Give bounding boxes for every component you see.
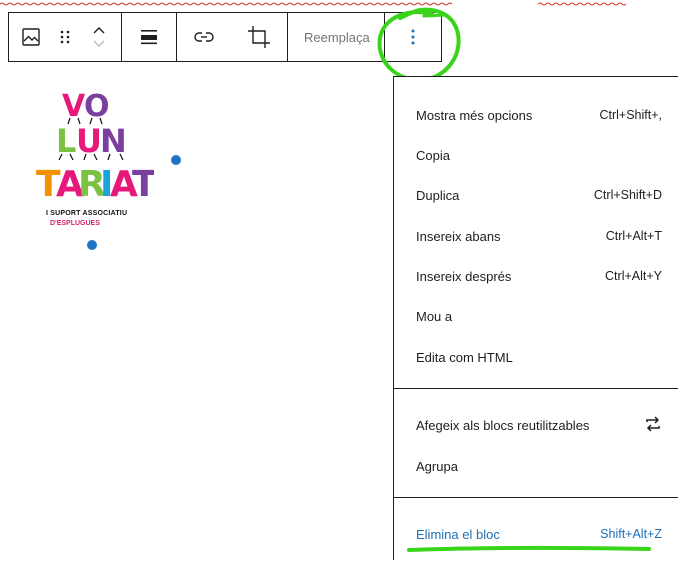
resize-handle-bottom[interactable]	[87, 240, 97, 250]
voluntariat-logo[interactable]: V O L U N T A R I A T I SUPORT ASSOCIATI…	[30, 88, 157, 238]
align-group	[122, 13, 177, 61]
resize-handle-right[interactable]	[171, 155, 181, 165]
menu-separator	[394, 388, 678, 389]
link-icon	[194, 31, 214, 43]
menu-item-shortcut: Ctrl+Alt+T	[605, 229, 662, 243]
menu-item-group[interactable]: Agrupa	[416, 454, 662, 478]
align-button[interactable]	[122, 13, 176, 61]
image-icon	[21, 27, 41, 47]
logo-location: D'ESPLUGUES	[50, 220, 100, 227]
spellcheck-underline	[538, 2, 630, 6]
menu-item-label: Copia	[416, 147, 450, 163]
menu-item-label: Insereix després	[416, 268, 512, 284]
menu-item-label: Mostra més opcions	[416, 107, 533, 123]
menu-item-shortcut: Ctrl+Shift+D	[593, 188, 662, 202]
logo-letter-n: N	[100, 122, 127, 160]
move-up-down-button[interactable]	[77, 13, 121, 61]
menu-item-shortcut: Ctrl+Alt+Y	[605, 269, 662, 283]
block-options-menu: Mostra més opcions Ctrl+Shift+, Copia Du…	[393, 76, 678, 560]
menu-item-shortcut: Shift+Alt+Z	[600, 527, 662, 541]
logo-letter-t2: T	[132, 164, 154, 205]
menu-item-copy[interactable]: Copia	[416, 143, 662, 167]
menu-item-label: Agrupa	[416, 458, 458, 474]
menu-item-duplicate[interactable]: Duplica Ctrl+Shift+D	[416, 183, 662, 207]
menu-item-shortcut: Ctrl+Shift+,	[599, 108, 662, 122]
reusable-icon	[644, 415, 662, 436]
menu-item-insert-before[interactable]: Insereix abans Ctrl+Alt+T	[416, 224, 662, 248]
menu-item-edit-as-html[interactable]: Edita com HTML	[416, 345, 662, 369]
logo-letter-v: V	[62, 89, 86, 124]
drag-handle-icon	[60, 29, 70, 45]
logo-graphic: V O L U N T A R I A T	[36, 89, 157, 205]
logo-subtitle: I SUPORT ASSOCIATIU	[46, 210, 128, 217]
link-button[interactable]	[177, 13, 231, 61]
menu-item-label: Duplica	[416, 187, 460, 203]
crop-icon	[247, 25, 271, 49]
annotation-underline	[405, 540, 655, 561]
move-up-down-icon	[91, 23, 107, 51]
menu-separator	[394, 497, 678, 498]
image-block-button[interactable]	[9, 13, 53, 61]
menu-item-add-to-reusable[interactable]: Afegeix als blocs reutilitzables	[416, 413, 662, 437]
logo-letter-u: U	[76, 122, 102, 160]
crop-button[interactable]	[231, 13, 287, 61]
menu-item-show-more-options[interactable]: Mostra més opcions Ctrl+Shift+,	[416, 103, 662, 127]
menu-item-label: Insereix abans	[416, 228, 501, 244]
menu-item-label: Edita com HTML	[416, 349, 513, 365]
menu-item-move-to[interactable]: Mou a	[416, 304, 662, 328]
menu-item-label: Afegeix als blocs reutilitzables	[416, 417, 590, 433]
tools-group	[177, 13, 288, 61]
align-icon	[140, 29, 158, 45]
menu-item-label: Mou a	[416, 308, 453, 324]
menu-item-insert-after[interactable]: Insereix després Ctrl+Alt+Y	[416, 264, 662, 288]
drag-handle-button[interactable]	[53, 13, 77, 61]
logo-letter-o: O	[84, 89, 110, 124]
logo-letter-l: L	[56, 122, 76, 160]
block-type-group	[9, 13, 122, 61]
